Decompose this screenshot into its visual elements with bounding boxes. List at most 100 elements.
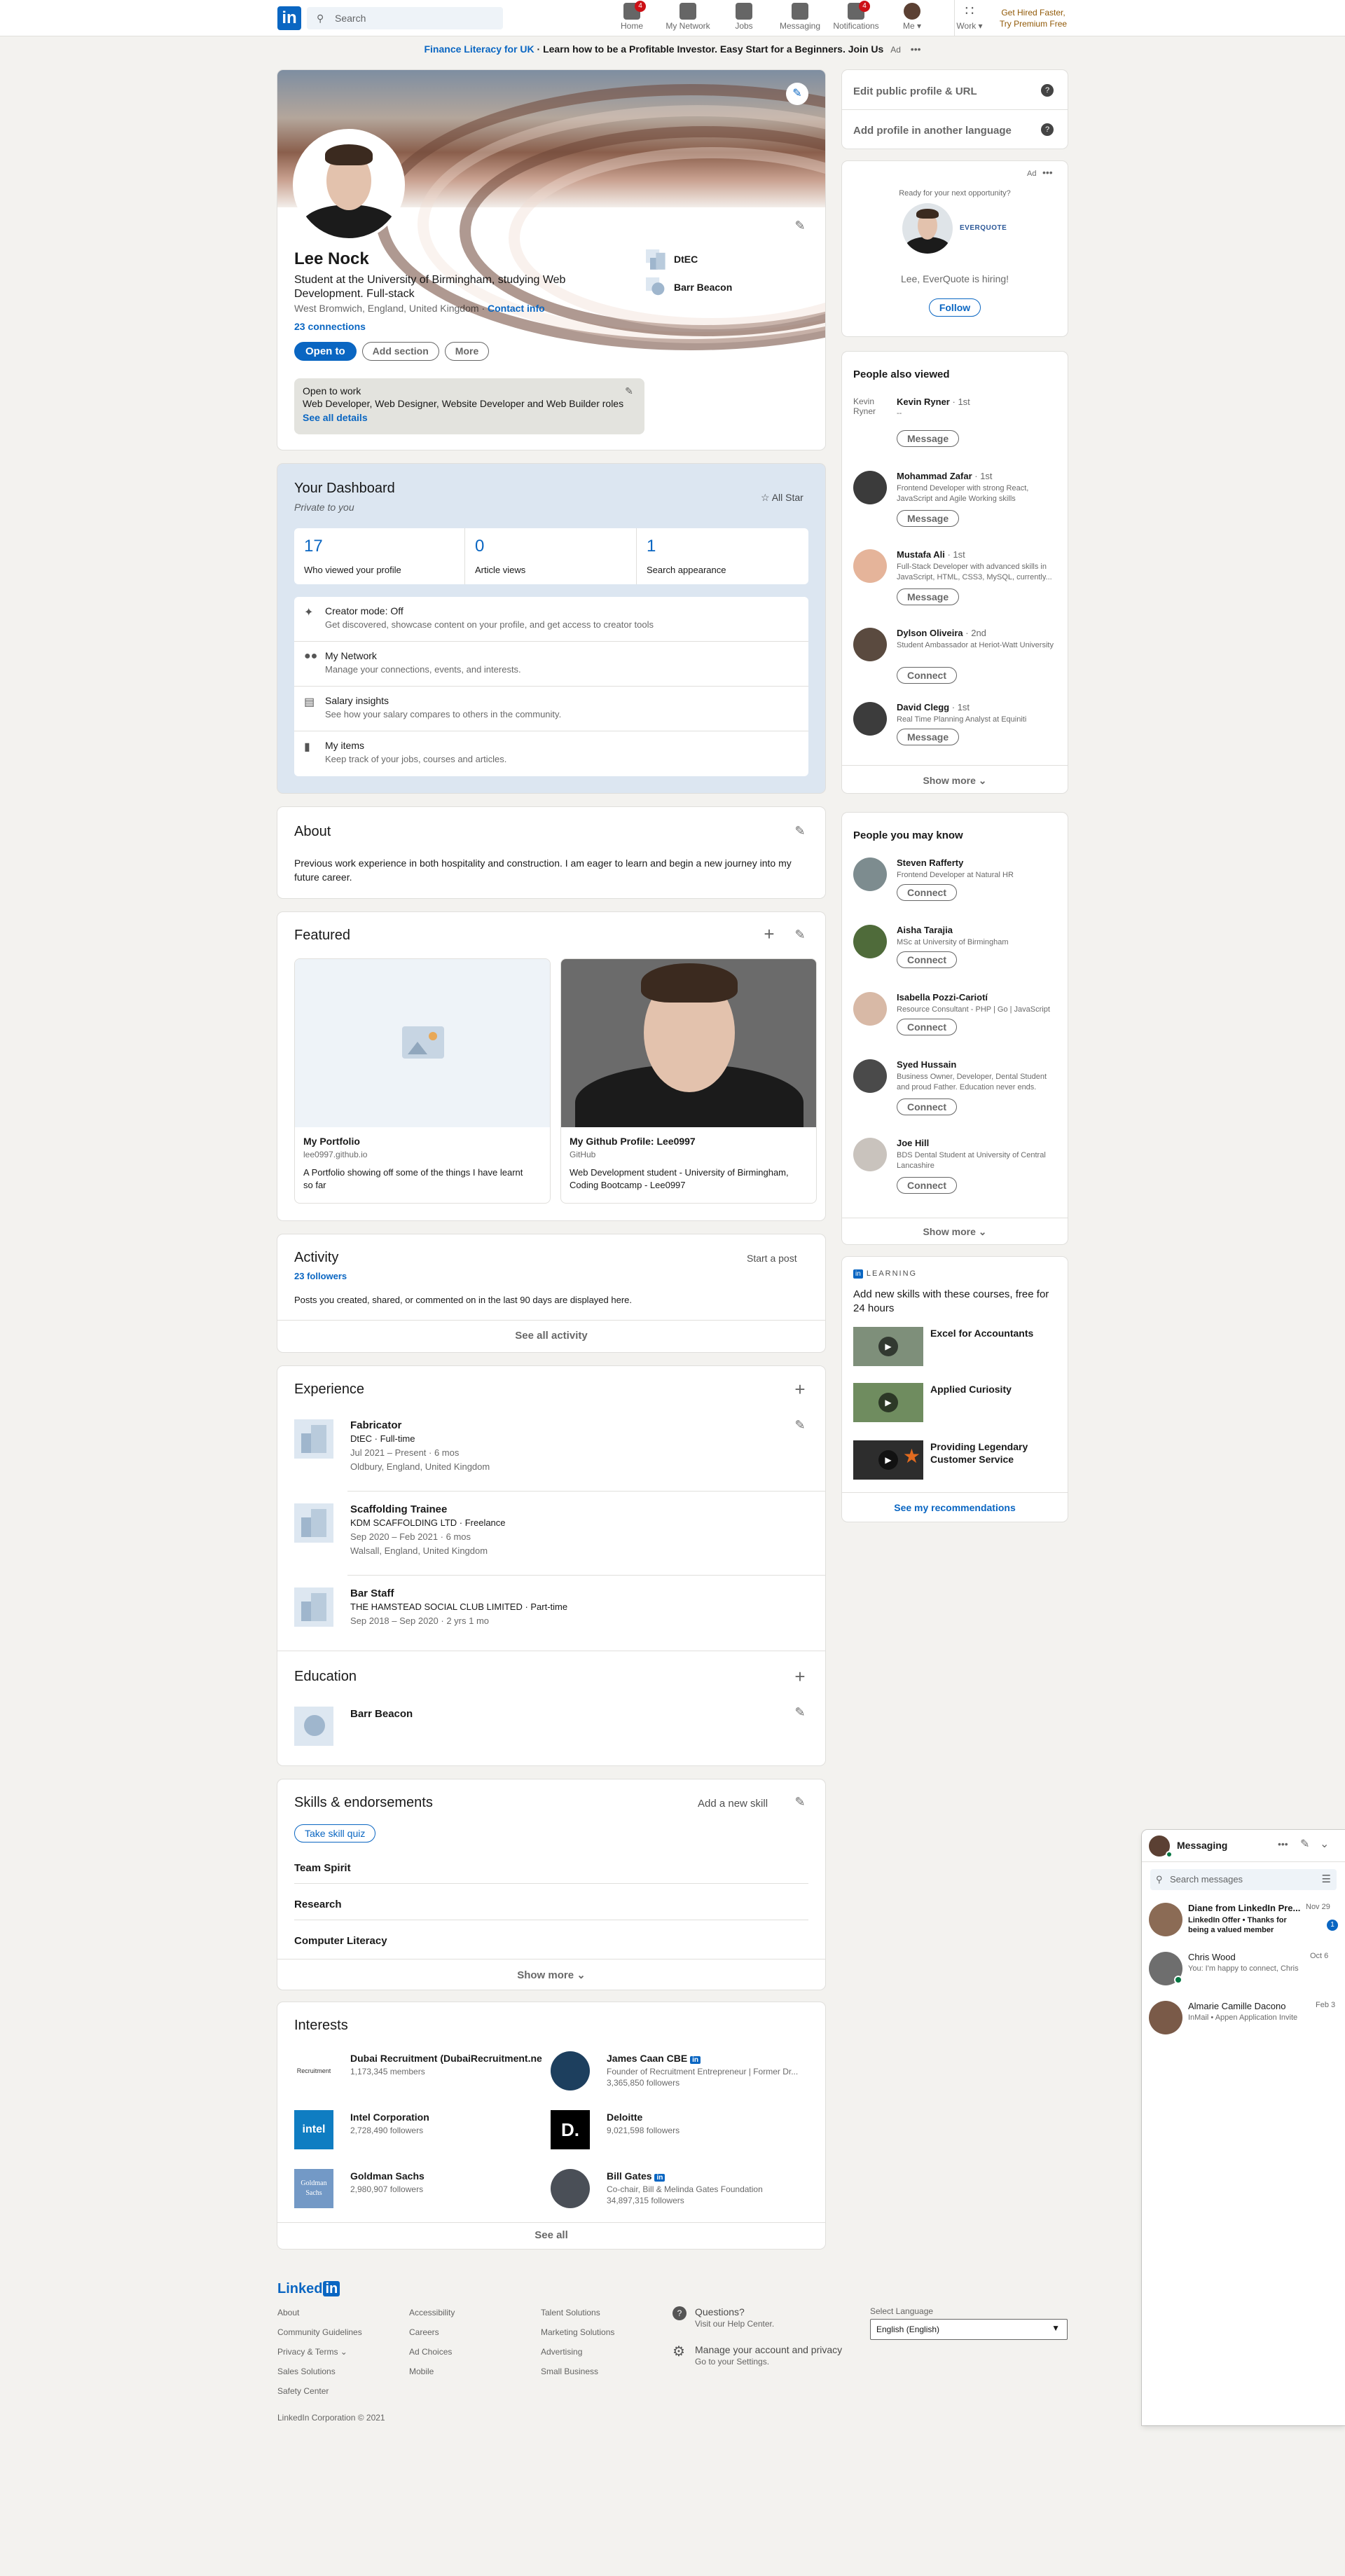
chevron-down-icon[interactable]: ⌄ [1320, 1837, 1329, 1851]
message-button[interactable]: Message [897, 588, 960, 605]
see-recommendations-link[interactable]: See my recommendations [842, 1502, 1068, 1513]
message-thread[interactable]: Chris Wood Oct 6 You: I'm happy to conne… [1142, 1949, 1345, 1994]
ad-banner-link[interactable]: Finance Literacy for UK [424, 43, 534, 55]
top-school[interactable]: Barr Beacon [646, 277, 732, 302]
profile-photo[interactable] [293, 129, 405, 241]
interest-item[interactable]: Recruitment Dubai Recruitment (DubaiRecr… [294, 2051, 546, 2096]
nav-my-network[interactable]: My Network [660, 3, 716, 31]
connect-button[interactable]: Connect [897, 884, 957, 901]
compose-icon[interactable]: ✎ [1300, 1837, 1309, 1851]
edit-open-to-work-pencil-icon[interactable]: ✎ [621, 383, 637, 399]
footer-link[interactable]: Advertising [541, 2347, 582, 2357]
person-name[interactable]: Steven Rafferty [897, 857, 963, 868]
open-to-button[interactable]: Open to [294, 342, 357, 361]
settings-title[interactable]: Manage your account and privacy [695, 2344, 842, 2355]
contact-info-link[interactable]: Contact info [488, 303, 545, 314]
footer-link[interactable]: About [277, 2308, 299, 2317]
footer-link[interactable]: Mobile [409, 2367, 434, 2376]
nav-me[interactable]: Me ▾ [884, 3, 940, 31]
footer-link[interactable]: Safety Center [277, 2386, 329, 2396]
footer-link[interactable]: Marketing Solutions [541, 2327, 614, 2337]
message-button[interactable]: Message [897, 510, 960, 527]
add-experience-plus-icon[interactable]: + [792, 1380, 808, 1398]
search-input[interactable]: ⚲ Search [307, 7, 503, 29]
help-title[interactable]: Questions? [695, 2306, 745, 2317]
message-button[interactable]: Message [897, 430, 960, 447]
footer-link[interactable]: Accessibility [409, 2308, 455, 2317]
add-featured-plus-icon[interactable]: + [761, 925, 778, 943]
linkedin-logo[interactable]: in [277, 6, 301, 30]
footer-link[interactable]: Community Guidelines [277, 2327, 362, 2337]
ad-banner-text[interactable]: · Learn how to be a Profitable Investor.… [534, 43, 884, 55]
search-messages-input[interactable]: ⚲ Search messages ☰ [1150, 1869, 1337, 1890]
edit-about-pencil-icon[interactable]: ✎ [792, 822, 808, 839]
salary-insights-item[interactable]: ▤ Salary insights See how your salary co… [294, 687, 808, 731]
more-icon[interactable]: ••• [1278, 1838, 1288, 1850]
course-item[interactable]: ▶ Applied Curiosity [853, 1383, 1056, 1425]
add-language-profile-link[interactable]: Add profile in another language [853, 125, 1012, 137]
nav-work[interactable]: ∷ Work ▾ [942, 3, 998, 31]
take-skill-quiz-button[interactable]: Take skill quiz [294, 1824, 376, 1843]
footer-link[interactable]: Careers [409, 2327, 439, 2337]
course-item[interactable]: ▶ ★ Providing Legendary Customer Service [853, 1440, 1056, 1482]
show-more-button[interactable]: Show more ⌄ [842, 775, 1068, 787]
add-education-plus-icon[interactable]: + [792, 1667, 808, 1686]
message-thread[interactable]: Almarie Camille Dacono Feb 3 InMail • Ap… [1142, 1998, 1345, 2043]
connect-button[interactable]: Connect [897, 1019, 957, 1035]
interest-item[interactable]: intel Intel Corporation 2,728,490 follow… [294, 2110, 546, 2155]
nav-jobs[interactable]: Jobs [716, 3, 772, 31]
edit-cover-button[interactable]: ✎ [786, 83, 808, 105]
footer-link[interactable]: Privacy & Terms ⌄ [277, 2347, 347, 2357]
edit-public-profile-link[interactable]: Edit public profile & URL [853, 85, 977, 97]
filter-icon[interactable]: ☰ [1322, 1873, 1331, 1885]
footer-link[interactable]: Sales Solutions [277, 2367, 336, 2376]
connections-link[interactable]: 23 connections [294, 321, 366, 332]
connect-button[interactable]: Connect [897, 1177, 957, 1194]
follow-button[interactable]: Follow [928, 298, 981, 317]
footer-logo[interactable]: Linked in [277, 2281, 340, 2297]
premium-link[interactable]: Get Hired Faster, Try Premium Free [995, 7, 1072, 29]
stat-article-views[interactable]: 0 Article views [465, 528, 637, 584]
help-icon[interactable]: ? [1041, 84, 1054, 97]
creator-mode-item[interactable]: ✦ Creator mode: Off Get discovered, show… [294, 597, 808, 642]
person-name-row[interactable]: Kevin Ryner · 1st [897, 397, 970, 407]
footer-link[interactable]: Talent Solutions [541, 2308, 600, 2317]
person-name-row[interactable]: Mustafa Ali · 1st [897, 549, 965, 560]
my-network-item[interactable]: ●● My Network Manage your connections, e… [294, 642, 808, 687]
nav-notifications[interactable]: 4 Notifications [828, 1, 884, 31]
messaging-header[interactable]: Messaging ••• ✎ ⌄ [1142, 1830, 1345, 1862]
interest-item[interactable]: Bill Gates in Co-chair, Bill & Melinda G… [551, 2169, 810, 2214]
ad-more-icon[interactable]: ••• [911, 43, 921, 55]
nav-messaging[interactable]: Messaging [772, 3, 828, 31]
person-name[interactable]: Aisha Tarajia [897, 925, 953, 935]
see-all-activity-button[interactable]: See all activity [277, 1330, 825, 1342]
person-name-row[interactable]: Dylson Oliveira · 2nd [897, 628, 986, 638]
language-select[interactable]: English (English) ▼ [870, 2319, 1068, 2340]
message-thread[interactable]: Diane from LinkedIn Pre... Nov 29 Linked… [1142, 1900, 1345, 1945]
followers-link[interactable]: 23 followers [294, 1271, 347, 1281]
connect-button[interactable]: Connect [897, 1098, 957, 1115]
footer-link[interactable]: Small Business [541, 2367, 598, 2376]
show-more-button[interactable]: Show more ⌄ [842, 1226, 1068, 1238]
connect-button[interactable]: Connect [897, 667, 957, 684]
edit-education-pencil-icon[interactable]: ✎ [792, 1704, 808, 1721]
edit-skills-pencil-icon[interactable]: ✎ [792, 1793, 808, 1810]
see-all-details-link[interactable]: See all details [303, 412, 368, 423]
person-name-row[interactable]: Mohammad Zafar · 1st [897, 471, 993, 481]
stat-search-appearance[interactable]: 1 Search appearance [637, 528, 808, 584]
start-post-button[interactable]: Start a post [737, 1250, 807, 1267]
message-button[interactable]: Message [897, 729, 960, 745]
skill-item[interactable]: Team Spirit [294, 1862, 351, 1874]
person-name[interactable]: Joe Hill [897, 1138, 929, 1148]
interest-item[interactable]: Goldman Sachs Goldman Sachs 2,980,907 fo… [294, 2169, 546, 2214]
more-button[interactable]: More [444, 342, 490, 361]
person-name[interactable]: Isabella Pozzi-Cariotí [897, 992, 988, 1003]
skill-item[interactable]: Research [294, 1899, 342, 1910]
interest-item[interactable]: D. Deloitte 9,021,598 followers [551, 2110, 810, 2155]
person-name-row[interactable]: David Clegg · 1st [897, 702, 970, 712]
nav-home[interactable]: 4 Home [604, 1, 660, 31]
stat-profile-views[interactable]: 17 Who viewed your profile [294, 528, 465, 584]
help-icon[interactable]: ? [1041, 123, 1054, 136]
skills-show-more-button[interactable]: Show more ⌄ [277, 1969, 825, 1981]
person-name[interactable]: Syed Hussain [897, 1059, 956, 1070]
